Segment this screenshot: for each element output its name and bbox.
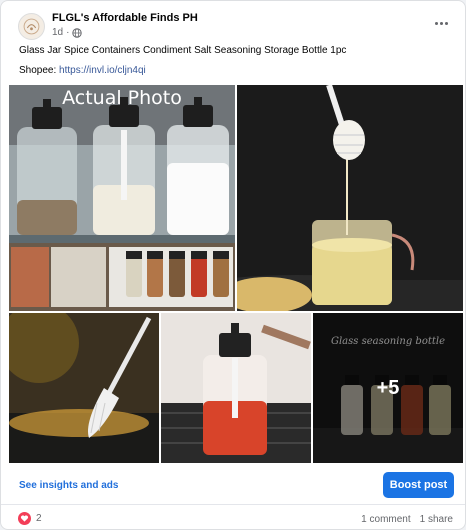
photo-red-spice-jar[interactable] <box>161 313 311 463</box>
more-dots-icon[interactable] <box>431 16 451 30</box>
engagement-counts: 1 comment 1 share <box>361 514 453 525</box>
shopee-line: Shopee: https://invl.io/cljn4qi <box>19 65 146 76</box>
comment-count[interactable]: 1 comment <box>361 514 410 525</box>
more-photos-overlay[interactable]: +5 <box>313 313 463 463</box>
share-count[interactable]: 1 share <box>420 514 453 525</box>
spice-jars-image <box>9 85 235 311</box>
globe-icon <box>72 27 83 38</box>
reactions-summary[interactable]: 2 <box>18 512 42 525</box>
photo-glass-seasoning-bottle[interactable]: Glass seasoning bottle +5 <box>313 313 463 463</box>
reaction-count: 2 <box>36 513 42 524</box>
actual-photo-overlay: Actual Photo <box>62 87 182 109</box>
post-time[interactable]: 1d <box>52 27 63 38</box>
heart-icon <box>18 512 31 525</box>
photo-spice-jars[interactable]: Actual Photo <box>9 85 235 311</box>
shopee-label: Shopee: <box>19 65 57 76</box>
red-spice-jar-image <box>161 313 311 463</box>
insights-row: See insights and ads Boost post <box>1 469 465 505</box>
page-avatar[interactable] <box>18 13 45 40</box>
photo-honey-dipper[interactable] <box>237 85 463 311</box>
honey-dipper-image <box>237 85 463 311</box>
engagement-bar: 2 1 comment 1 share <box>1 509 465 529</box>
post-caption: Glass Jar Spice Containers Condiment Sal… <box>19 45 347 56</box>
more-photos-count: +5 <box>376 376 400 399</box>
silicone-brush-image <box>9 313 159 463</box>
post-meta: 1d · <box>52 27 83 38</box>
post-header: FLGL's Affordable Finds PH 1d · <box>1 1 465 41</box>
page-name[interactable]: FLGL's Affordable Finds PH <box>52 12 198 24</box>
boost-post-button[interactable]: Boost post <box>383 472 454 498</box>
post-card: FLGL's Affordable Finds PH 1d · Glass Ja… <box>0 0 466 530</box>
photo-silicone-brush[interactable] <box>9 313 159 463</box>
see-insights-link[interactable]: See insights and ads <box>19 480 118 491</box>
shopee-link[interactable]: https://invl.io/cljn4qi <box>59 65 146 76</box>
